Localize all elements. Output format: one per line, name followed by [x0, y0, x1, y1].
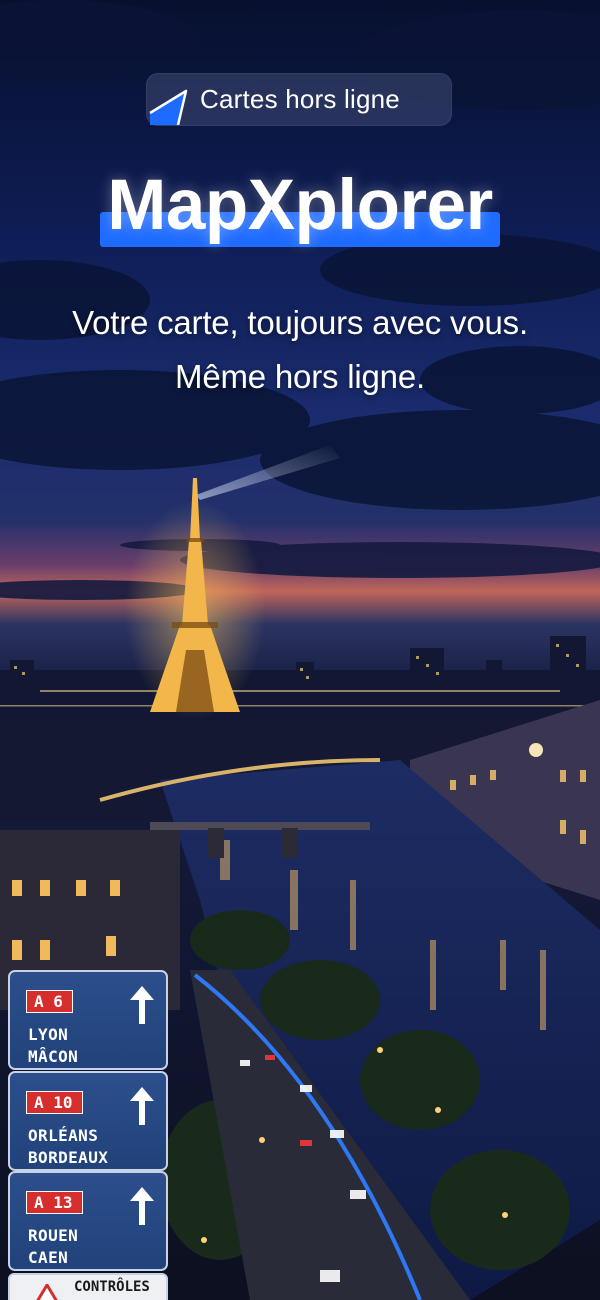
- tagline-line-1: Votre carte, toujours avec vous.: [72, 304, 528, 341]
- controls-sign: CONTRÔLES: [8, 1273, 168, 1300]
- app-title-container: MapXplorer: [0, 166, 600, 246]
- app-title: MapXplorer: [107, 166, 493, 245]
- sign-city: MÂCON: [28, 1047, 79, 1066]
- sign-city: LYON: [28, 1025, 69, 1044]
- arrow-up-icon: [130, 986, 154, 1024]
- sign-route: A 10: [26, 1091, 83, 1114]
- offline-maps-badge: Cartes hors ligne: [146, 73, 452, 126]
- sign-route: A 13: [26, 1191, 83, 1214]
- tagline-line-2: Même hors ligne.: [175, 358, 425, 395]
- navigation-arrow-icon: [149, 89, 188, 125]
- offline-maps-label: Cartes hors ligne: [200, 84, 400, 114]
- warning-triangle-icon: [36, 1284, 58, 1300]
- sign-city: ORLÉANS: [28, 1126, 99, 1145]
- controls-sign-label: CONTRÔLES: [74, 1279, 150, 1295]
- arrow-up-icon: [130, 1087, 154, 1125]
- road-sign-a13: A 13 ROUEN CAEN: [8, 1171, 168, 1271]
- sign-city: BORDEAUX: [28, 1148, 109, 1167]
- road-sign-a6: A 6 LYON MÂCON: [8, 970, 168, 1070]
- arrow-up-icon: [130, 1187, 154, 1225]
- sign-city: CAEN: [28, 1248, 69, 1267]
- onboarding-screen: Cartes hors ligne MapXplorer Votre carte…: [0, 0, 600, 1300]
- sign-route: A 6: [26, 990, 73, 1013]
- sign-city: ROUEN: [28, 1226, 79, 1245]
- road-sign-a10: A 10 ORLÉANS BORDEAUX: [8, 1071, 168, 1171]
- road-signs: A 6 LYON MÂCON A 10 ORLÉANS BORDEAUX A 1…: [0, 965, 175, 1300]
